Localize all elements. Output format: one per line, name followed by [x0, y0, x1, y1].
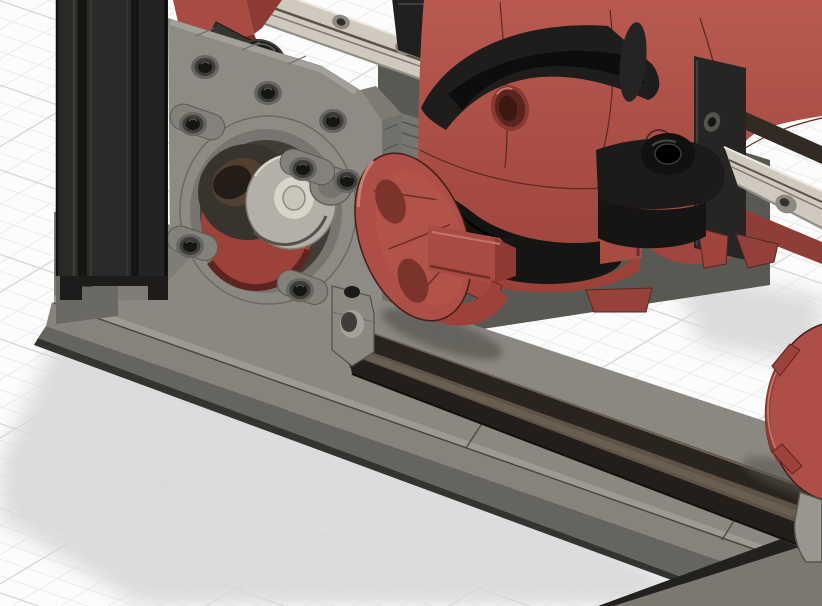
aluminum-extrusion[interactable]	[56, 0, 168, 300]
tension-screw	[344, 286, 360, 298]
clamp-screw-hex	[655, 144, 681, 164]
socket-screw	[286, 278, 314, 302]
socket-screw	[176, 234, 204, 258]
tension-hole-bore	[341, 312, 357, 332]
disc-bore	[283, 186, 305, 210]
socket-screw	[179, 112, 207, 136]
tension-block[interactable]	[332, 286, 374, 366]
clamp-lobe	[586, 288, 652, 312]
extrusion-slot	[78, 0, 87, 276]
socket-screw	[319, 109, 347, 133]
socket-screw	[254, 81, 282, 105]
cad-viewport[interactable]	[0, 0, 822, 606]
rotor-opening	[190, 129, 342, 293]
extrusion-slot	[131, 0, 139, 276]
socket-screw	[289, 157, 317, 181]
model-canvas[interactable]	[0, 0, 822, 606]
socket-screw	[191, 55, 219, 79]
extrusion-side	[140, 0, 168, 276]
